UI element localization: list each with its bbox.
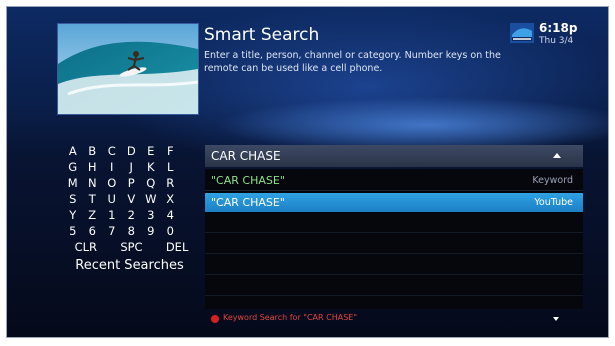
key-s[interactable]: S [63, 191, 83, 207]
smart-search-screen: Smart Search Enter a title, person, chan… [6, 6, 609, 338]
page-title: Smart Search [204, 25, 320, 45]
key-k[interactable]: K [141, 159, 161, 175]
key-b[interactable]: B [83, 143, 103, 159]
keyboard-row: M N O P Q R [63, 175, 200, 191]
key-t[interactable]: T [83, 191, 103, 207]
row-divider [205, 232, 583, 233]
key-x[interactable]: X [161, 191, 181, 207]
key-7[interactable]: 7 [102, 223, 122, 239]
key-g[interactable]: G [63, 159, 83, 175]
key-8[interactable]: 8 [122, 223, 142, 239]
key-9[interactable]: 9 [141, 223, 161, 239]
result-term: "CAR CHASE" [211, 174, 285, 187]
scroll-down-icon[interactable] [553, 317, 559, 321]
result-source: YouTube [534, 197, 573, 208]
key-m[interactable]: M [63, 175, 83, 191]
instructions: Enter a title, person, channel or catego… [204, 50, 501, 74]
keyboard-row: A B C D E F [63, 143, 200, 159]
status-bar: Keyword Search for "CAR CHASE" [205, 312, 583, 326]
result-term: "CAR CHASE" [211, 196, 285, 209]
result-row[interactable]: "CAR CHASE" Keyword [205, 171, 583, 191]
recent-searches-button[interactable]: Recent Searches [59, 256, 200, 276]
keyboard-row: S T U V W X [63, 191, 200, 207]
search-input[interactable]: CAR CHASE [205, 145, 583, 167]
keyboard-row: G H I J K L [63, 159, 200, 175]
result-row-selected[interactable]: "CAR CHASE" YouTube [205, 193, 583, 212]
key-d[interactable]: D [122, 143, 142, 159]
surfer-thumbnail [57, 23, 199, 115]
status-text: Keyword Search for "CAR CHASE" [223, 313, 358, 322]
result-source: Keyword [532, 175, 573, 186]
key-p[interactable]: P [122, 175, 142, 191]
keyboard-row: 5 6 7 8 9 0 [63, 223, 200, 239]
key-u[interactable]: U [102, 191, 122, 207]
key-q[interactable]: Q [141, 175, 161, 191]
clear-key[interactable]: CLR [73, 239, 99, 256]
key-5[interactable]: 5 [63, 223, 83, 239]
key-3[interactable]: 3 [141, 207, 161, 223]
scroll-up-icon[interactable] [553, 153, 561, 158]
key-j[interactable]: J [122, 159, 142, 175]
row-divider [205, 295, 583, 296]
red-button-icon [211, 315, 219, 323]
key-h[interactable]: H [83, 159, 103, 175]
search-query: CAR CHASE [211, 149, 281, 163]
clock-date: Thu 3/4 [539, 36, 574, 46]
key-a[interactable]: A [63, 143, 83, 159]
results-list: "CAR CHASE" Keyword "CAR CHASE" YouTube [205, 169, 583, 309]
key-f[interactable]: F [161, 143, 181, 159]
key-v[interactable]: V [122, 191, 142, 207]
key-2[interactable]: 2 [122, 207, 142, 223]
key-e[interactable]: E [141, 143, 161, 159]
key-4[interactable]: 4 [161, 207, 181, 223]
row-divider [205, 274, 583, 275]
keyboard-row: Y Z 1 2 3 4 [63, 207, 200, 223]
space-key[interactable]: SPC [118, 239, 144, 256]
key-c[interactable]: C [102, 143, 122, 159]
key-l[interactable]: L [161, 159, 181, 175]
keyboard-row: CLR SPC DEL [63, 239, 200, 256]
key-i[interactable]: I [102, 159, 122, 175]
delete-key[interactable]: DEL [164, 239, 191, 256]
key-r[interactable]: R [161, 175, 181, 191]
key-1[interactable]: 1 [102, 207, 122, 223]
key-y[interactable]: Y [63, 207, 83, 223]
directv-logo-icon [510, 23, 534, 43]
key-z[interactable]: Z [83, 207, 103, 223]
clock-time: 6:18p [539, 21, 578, 35]
key-6[interactable]: 6 [83, 223, 103, 239]
key-n[interactable]: N [83, 175, 103, 191]
key-0[interactable]: 0 [161, 223, 181, 239]
row-divider [205, 253, 583, 254]
key-w[interactable]: W [141, 191, 161, 207]
key-o[interactable]: O [102, 175, 122, 191]
on-screen-keyboard: A B C D E F G H I J K L M N O P Q R S T … [63, 143, 200, 276]
